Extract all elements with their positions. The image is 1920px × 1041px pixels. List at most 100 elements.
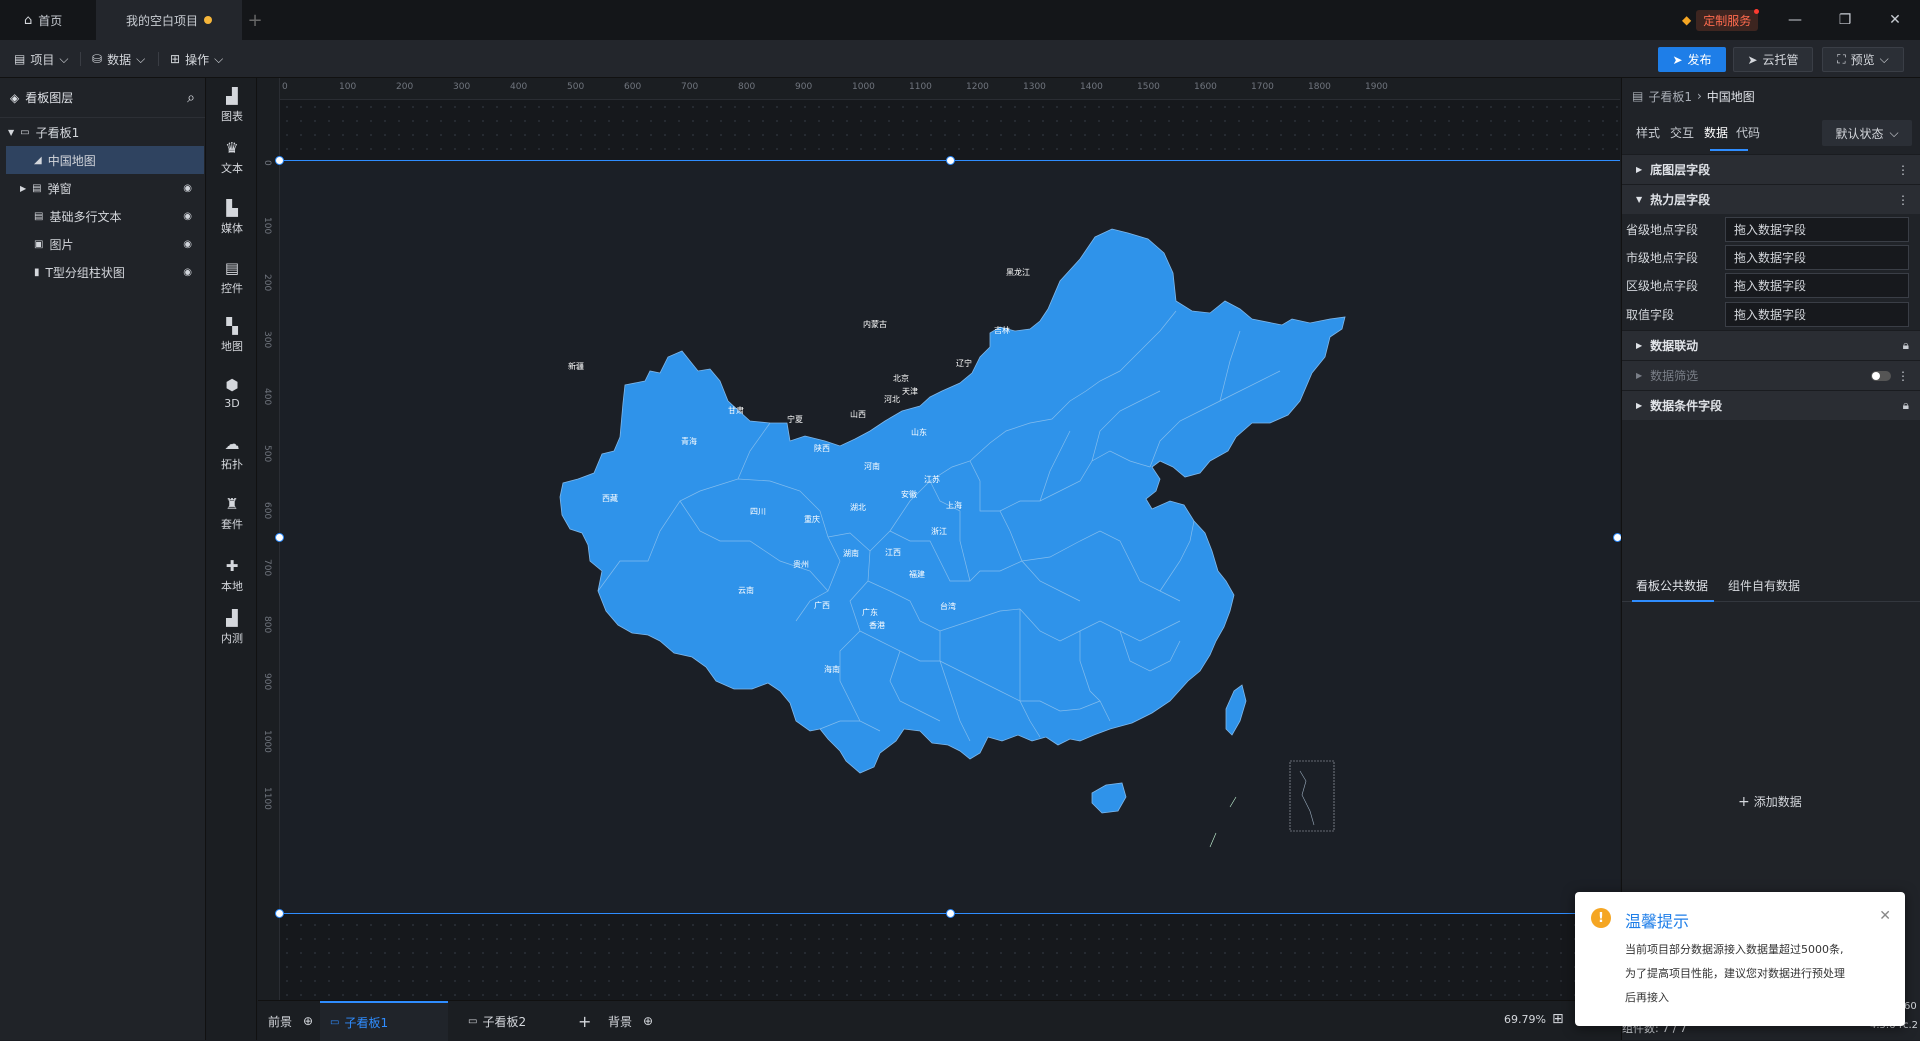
tab-interaction[interactable]: 交互 xyxy=(1670,124,1694,141)
layer-item-board1[interactable]: ▼ ▭ 子看板1 xyxy=(0,118,206,146)
city-field-input[interactable]: 拖入数据字段 xyxy=(1725,244,1909,270)
tab-project-label: 我的空白项目 xyxy=(125,13,198,28)
field-label: 市级地点字段 xyxy=(1626,250,1699,265)
tool-local[interactable]: ✚ 本地 xyxy=(207,548,257,602)
section-data-link[interactable]: ▶ 数据联动 🔒︎ xyxy=(1622,330,1920,360)
page-tab-label: 子看板1 xyxy=(344,1015,389,1030)
more-icon[interactable]: ⋮ xyxy=(1897,163,1909,177)
section-condition-field[interactable]: ▶ 数据条件字段 🔒︎ xyxy=(1622,390,1920,420)
tool-control[interactable]: ▤ 控件 xyxy=(207,250,257,304)
menu-project[interactable]: ▤ 项目 ⌵ xyxy=(8,48,74,70)
ruler-tick-label: 0 xyxy=(262,160,272,166)
board-china-map[interactable]: 黑龙江 吉林 辽宁 内蒙古 北京 天津 河北 山西 山东 新疆 甘肃 宁夏 青海 陕西 河南 江苏 上海 安徽 湖北… xyxy=(275,156,1622,918)
layer-item-bar-chart[interactable]: ▮ T型分组柱状图 ◉ xyxy=(0,258,206,286)
tab-public-data[interactable]: 看板公共数据 xyxy=(1636,577,1708,594)
tool-label: 文本 xyxy=(221,161,243,175)
tool-kit[interactable]: ♜ 套件 xyxy=(207,486,257,540)
section-heat-layer[interactable]: ▼ 热力层字段 ⋮ xyxy=(1622,184,1920,214)
tab-style[interactable]: 样式 xyxy=(1636,124,1660,141)
document-icon: ▤ xyxy=(14,52,26,66)
property-tabs: 样式 交互 数据 代码 默认状态 ⌵ xyxy=(1622,114,1920,152)
add-data-button[interactable]: + 添加数据 xyxy=(1738,793,1802,810)
field-label: 省级地点字段 xyxy=(1626,222,1699,237)
preview-button[interactable]: ⛶ 预览 ⌵ xyxy=(1822,47,1904,72)
tab-project[interactable]: 我的空白项目 xyxy=(96,0,242,40)
ruler-tick-label: 600 xyxy=(262,502,272,520)
layer-label: 图片 xyxy=(49,237,74,252)
layer-item-popup[interactable]: ▶ ▤ 弹窗 ◉ xyxy=(0,174,206,202)
plus-circle-icon[interactable]: ⊕ xyxy=(303,1014,313,1028)
eye-hidden-icon[interactable]: ◉ xyxy=(183,267,192,278)
tool-text[interactable]: ♛ 文本 xyxy=(207,130,257,184)
fit-screen-icon[interactable]: ⊞ xyxy=(1552,1011,1564,1027)
layer-item-image[interactable]: ▣ 图片 ◉ xyxy=(0,230,206,258)
lock-icon[interactable]: 🔒︎ xyxy=(1903,398,1909,413)
tab-code[interactable]: 代码 xyxy=(1736,124,1760,141)
ruler-tick-label: 200 xyxy=(396,82,414,92)
tab-data[interactable]: 数据 xyxy=(1704,124,1728,141)
new-tab-button[interactable]: + xyxy=(242,0,268,40)
background-tab[interactable]: 背景 ⊕ xyxy=(608,1001,653,1041)
page-tab-board2[interactable]: ▭ 子看板2 xyxy=(468,1001,526,1041)
minimize-icon[interactable]: — xyxy=(1770,0,1820,40)
popup-icon: ▤ xyxy=(32,182,42,194)
layers-icon: ◈ xyxy=(10,90,20,105)
section-data-filter[interactable]: ▶ 数据筛选 ⋮ xyxy=(1622,360,1920,390)
tool-media[interactable]: ▙ 媒体 xyxy=(207,190,257,244)
publish-button[interactable]: ➤ 发布 xyxy=(1658,47,1726,72)
cloud-hosting-button[interactable]: ➤ 云托管 xyxy=(1733,47,1813,72)
close-icon[interactable]: ✕ xyxy=(1870,0,1920,40)
ruler-tick-label: 1900 xyxy=(1365,82,1388,92)
tool-map[interactable]: ▚ 地图 xyxy=(207,308,257,362)
district-field-input[interactable]: 拖入数据字段 xyxy=(1725,272,1909,298)
tool-topology[interactable]: ☁ 拓扑 xyxy=(207,426,257,480)
breadcrumb-parent[interactable]: 子看板1 xyxy=(1648,88,1692,105)
eye-hidden-icon[interactable]: ◉ xyxy=(183,183,192,194)
page-tab-board1[interactable]: ▭ 子看板1 xyxy=(320,1001,448,1041)
plus-circle-icon[interactable]: ⊕ xyxy=(643,1014,653,1028)
layer-panel: ◈ 看板图层 ⌕ ▼ ▭ 子看板1 ◢ 中国地图 ▶ ▤ 弹窗 ◉ ▤ 基础多行… xyxy=(0,78,206,1040)
resize-handle[interactable] xyxy=(275,533,284,542)
filter-toggle[interactable] xyxy=(1871,371,1891,381)
tab-component-data[interactable]: 组件自有数据 xyxy=(1728,577,1800,594)
restore-icon[interactable]: ❐ xyxy=(1820,0,1870,40)
eye-hidden-icon[interactable]: ◉ xyxy=(183,211,192,222)
resize-handle[interactable] xyxy=(275,156,284,165)
tool-beta[interactable]: ▟ 内测 xyxy=(207,600,257,654)
section-base-layer[interactable]: ▶ 底图层字段 ⋮ xyxy=(1622,154,1920,184)
tab-home[interactable]: ⌂ 首页 xyxy=(10,0,90,40)
zoom-level[interactable]: 69.79% xyxy=(1504,1013,1546,1026)
search-icon[interactable]: ⌕ xyxy=(187,90,195,106)
add-page-button[interactable]: + xyxy=(578,1001,591,1041)
menu-data[interactable]: ⛁ 数据 ⌵ xyxy=(86,48,151,70)
china-map[interactable]: 黑龙江吉林辽宁 内蒙古北京天津河北山西山东 新疆甘肃宁夏青海陕西河南江苏上海 安徽湖北… xyxy=(280,161,1620,915)
tool-label: 地图 xyxy=(221,339,243,353)
custom-service-button[interactable]: 定制服务 xyxy=(1696,8,1760,31)
custom-service[interactable]: ◆ 定制服务 xyxy=(1682,8,1760,31)
ruler-tick-label: 600 xyxy=(624,82,642,92)
resize-handle[interactable] xyxy=(946,909,955,918)
layer-item-china-map[interactable]: ◢ 中国地图 xyxy=(6,146,204,174)
tool-label: 图表 xyxy=(221,109,243,123)
layer-item-multiline-text[interactable]: ▤ 基础多行文本 ◉ xyxy=(0,202,206,230)
foreground-tab[interactable]: 前景 ⊕ xyxy=(268,1001,313,1041)
more-icon[interactable]: ⋮ xyxy=(1897,193,1909,207)
menu-operation[interactable]: ⊞ 操作 ⌵ xyxy=(164,48,229,70)
beta-chart-icon: ▟ xyxy=(226,608,238,627)
value-field-input[interactable]: 拖入数据字段 xyxy=(1725,301,1909,327)
eye-hidden-icon[interactable]: ◉ xyxy=(183,239,192,250)
ruler-tick-label: 800 xyxy=(738,82,756,92)
tool-chart[interactable]: ▟ 图表 xyxy=(207,78,257,132)
tool-label: 拓扑 xyxy=(221,457,243,471)
tool-3d[interactable]: ⬢ 3D xyxy=(207,366,257,420)
monitor-icon: ▭ xyxy=(20,126,30,138)
province-label: 上海 xyxy=(946,500,962,510)
state-select[interactable]: 默认状态 ⌵ xyxy=(1822,120,1912,146)
more-icon[interactable]: ⋮ xyxy=(1897,369,1909,383)
preview-label: 预览 xyxy=(1850,53,1875,67)
close-icon[interactable]: ✕ xyxy=(1879,908,1891,924)
lock-icon[interactable]: 🔒︎ xyxy=(1903,338,1909,353)
resize-handle[interactable] xyxy=(275,909,284,918)
resize-handle[interactable] xyxy=(946,156,955,165)
province-field-input[interactable]: 拖入数据字段 xyxy=(1725,216,1909,242)
